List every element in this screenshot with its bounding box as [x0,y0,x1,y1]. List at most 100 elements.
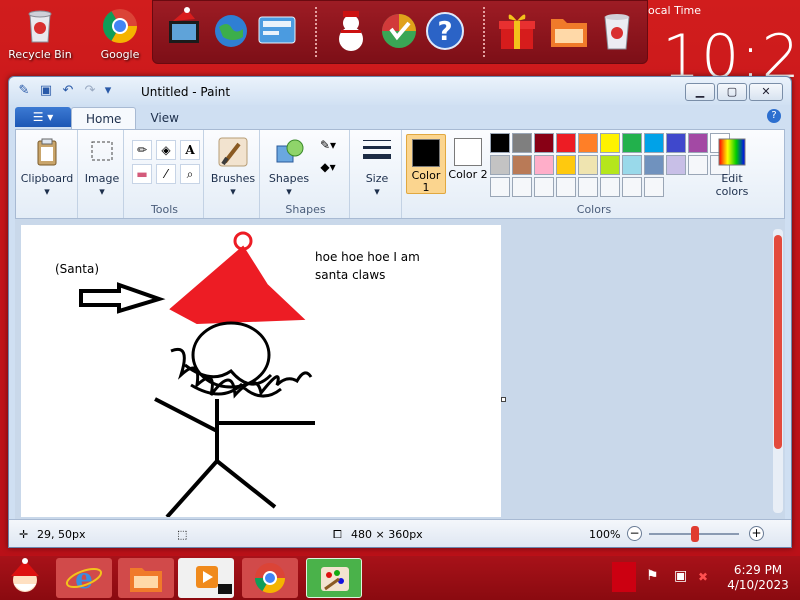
tray-overflow-icon[interactable] [612,562,636,592]
color-2-swatch [454,138,482,166]
snowman-icon[interactable] [329,7,373,55]
ribbon-tabs: ☰ ▾ Home View [15,107,193,129]
save-icon[interactable]: ▣ [37,82,55,100]
palette-swatch[interactable] [534,155,554,175]
globe-icon[interactable] [209,7,253,55]
close-button[interactable]: ✕ [749,83,783,101]
image-button[interactable]: Image ▾ [82,136,122,198]
palette-swatch[interactable] [578,155,598,175]
santa-computer-icon[interactable] [165,7,209,55]
taskbar-file-explorer[interactable] [118,558,174,598]
google-label: Google [100,48,140,61]
resize-handle-right[interactable] [501,397,506,402]
gift-icon[interactable] [495,7,539,55]
vertical-scrollbar[interactable] [773,229,783,513]
customize-qat-icon[interactable]: ▾ [103,82,113,100]
network-icon[interactable]: ▣ [674,568,698,588]
recycle-bin-icon [20,6,60,46]
fill-shape-icon[interactable]: ◆▾ [318,158,338,178]
palette-swatch[interactable] [600,133,620,153]
taskbar-chrome[interactable] [242,558,298,598]
color-picker-icon[interactable]: ⁄ [156,164,176,184]
head-drawing [191,321,271,389]
palette-swatch[interactable] [688,133,708,153]
palette-swatch[interactable] [534,133,554,153]
minimize-button[interactable]: ▁ [685,83,715,101]
taskbar-internet-explorer[interactable]: e [56,558,112,598]
palette-swatch[interactable] [556,133,576,153]
volume-muted-icon[interactable]: ✖ [698,570,714,586]
palette-swatch[interactable] [490,133,510,153]
paint-app-icon[interactable]: ✎ [15,82,33,100]
left-arm-drawing [154,397,218,433]
zoom-out-button[interactable]: − [627,526,642,541]
taskbar-paint[interactable] [306,558,362,598]
palette-swatch[interactable] [556,177,576,197]
palette-swatch[interactable] [600,155,620,175]
trash-icon[interactable] [595,7,639,55]
ribbon: Clipboard ▾ Image ▾ ✏ ◈ A ▬ ⁄ ⌕ Tools Br… [15,129,785,219]
undo-icon[interactable]: ↶ [59,82,77,100]
palette-swatch[interactable] [600,177,620,197]
text-icon[interactable]: A [180,140,200,160]
clock-widget-label: ocal Time [648,4,701,17]
redo-icon[interactable]: ↷ [81,82,99,100]
pencil-icon[interactable]: ✏ [132,140,152,160]
color-2-label: Color 2 [448,168,488,181]
edit-colors-icon [716,136,748,168]
vertical-scroll-thumb[interactable] [774,235,782,449]
canvas-size: 480 × 360px [351,528,423,541]
palette-swatch[interactable] [644,155,664,175]
desktop-icon-google[interactable]: Google [82,0,158,61]
zoom-slider-thumb[interactable] [691,526,699,542]
palette-swatch[interactable] [512,155,532,175]
magnifier-icon[interactable]: ⌕ [180,164,200,184]
outline-icon[interactable]: ✎▾ [318,136,338,156]
drawing-canvas[interactable]: (Santa) hoe hoe hoe I am santa claws [21,225,501,519]
brushes-button[interactable]: Brushes ▾ [208,136,258,198]
control-panel-icon[interactable] [255,7,299,55]
tab-view[interactable]: View [136,107,192,129]
desktop-icon-recycle-bin[interactable]: Recycle Bin [2,0,78,61]
folder-icon[interactable] [547,7,591,55]
palette-swatch[interactable] [622,155,642,175]
palette-swatch[interactable] [578,177,598,197]
help-icon[interactable]: ? [423,7,467,55]
palette-swatch[interactable] [512,133,532,153]
palette-swatch[interactable] [490,155,510,175]
santa-hat-drawing [169,245,306,325]
taskbar-media-player[interactable] [178,558,234,598]
drawing-svg: (Santa) hoe hoe hoe I am santa claws [55,231,420,519]
palette-swatch[interactable] [688,155,708,175]
palette-swatch[interactable] [622,133,642,153]
size-button[interactable]: Size ▾ [354,136,400,198]
action-center-flag-icon[interactable]: ⚑ [646,568,670,588]
color-2-button[interactable]: Color 2 [448,134,488,194]
palette-swatch[interactable] [666,133,686,153]
paint-menu-button[interactable]: ☰ ▾ [15,107,71,127]
media-center-icon[interactable] [377,7,421,55]
clipboard-button[interactable]: Clipboard ▾ [20,136,74,198]
palette-swatch[interactable] [490,177,510,197]
maximize-button[interactable]: ▢ [717,83,747,101]
zoom-in-button[interactable]: + [749,526,764,541]
fill-icon[interactable]: ◈ [156,140,176,160]
palette-swatch[interactable] [622,177,642,197]
start-button[interactable] [0,558,50,598]
tab-home[interactable]: Home [71,107,137,129]
palette-swatch[interactable] [666,155,686,175]
palette-swatch[interactable] [578,133,598,153]
title-bar[interactable]: ✎ ▣ ↶ ↷ ▾ Untitled - Paint ▁ ▢ ✕ [9,77,791,105]
palette-swatch[interactable] [644,177,664,197]
taskbar-clock[interactable]: 6:29 PM 4/10/2023 [720,563,796,593]
palette-swatch[interactable] [644,133,664,153]
palette-swatch[interactable] [534,177,554,197]
palette-swatch[interactable] [556,155,576,175]
color-1-button[interactable]: Color 1 [406,134,446,194]
edit-colors-button[interactable]: Edit colors [712,136,752,198]
shapes-button[interactable]: Shapes ▾ [264,136,314,198]
help-button[interactable]: ? [767,109,781,123]
size-label: Size [365,172,389,185]
palette-swatch[interactable] [512,177,532,197]
eraser-icon[interactable]: ▬ [132,164,152,184]
